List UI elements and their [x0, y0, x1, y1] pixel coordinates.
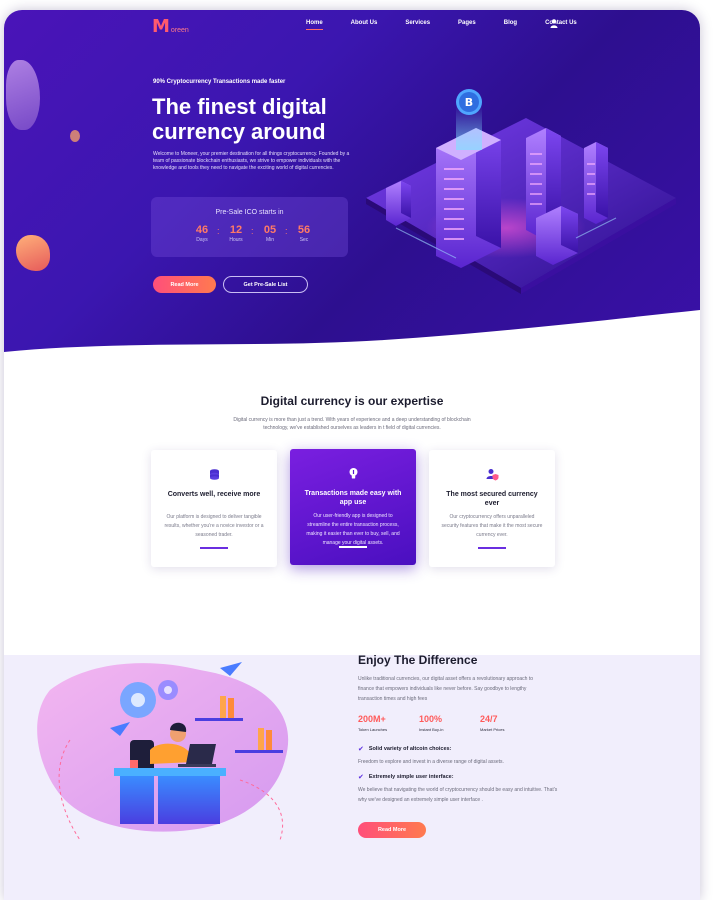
logo-text: oreen — [170, 27, 189, 34]
decorative-blob — [6, 60, 40, 130]
feature-text: Freedom to explore and invest in a diver… — [358, 759, 504, 765]
card-title: Transactions made easy with app use — [304, 490, 402, 506]
page: M oreen Home About Us Services Pages Blo… — [4, 10, 700, 900]
hero-kicker: 90% Cryptocurrency Transactions made fas… — [153, 79, 286, 85]
card-text: Our cryptocurrency offers unparalleled s… — [441, 514, 543, 538]
countdown-hours: : 12 Hours — [217, 224, 253, 243]
countdown-separator: : — [285, 226, 288, 236]
stat-value: 24/7 — [480, 714, 498, 724]
stat-item: 24/7 Market Prices — [480, 714, 541, 732]
lightbulb-icon — [349, 468, 358, 479]
feature-cards: Converts well, receive more Our platform… — [151, 449, 555, 568]
countdown-minutes: : 05 Min — [251, 224, 287, 243]
card-divider — [200, 547, 228, 549]
stat-item: 100% Instant Buy-in — [419, 714, 480, 732]
difference-read-more-button[interactable]: Read More — [358, 822, 426, 838]
countdown-value: 05 — [263, 224, 277, 236]
crypto-city-illustration: B — [366, 89, 676, 294]
card-divider — [478, 547, 506, 549]
expertise-title: Digital currency is our expertise — [260, 394, 444, 408]
checkmark-icon: ✔ — [358, 774, 364, 781]
nav-item-about-us[interactable]: About Us — [351, 20, 378, 26]
countdown-label: Sec — [299, 237, 309, 243]
secure-user-icon — [486, 469, 499, 481]
paper-plane-icon — [220, 662, 242, 676]
stat-value: 100% — [419, 714, 443, 724]
stats-row: 200M+ Token Launches 100% Instant Buy-in… — [358, 714, 541, 732]
presale-countdown: Pre-Sale ICO starts in 46 Days : 12 Hour… — [151, 197, 348, 257]
feature-title: Extremely simple user interface: — [368, 774, 454, 780]
nav-item-pages[interactable]: Pages — [458, 20, 476, 26]
user-icon[interactable] — [550, 19, 558, 28]
card-title: Converts well, receive more — [167, 491, 261, 498]
stat-label: Market Prices — [480, 727, 505, 732]
countdown-seconds: : 56 Sec — [285, 224, 321, 243]
card-text: Our platform is designed to deliver tang… — [164, 514, 264, 538]
countdown-separator: : — [251, 226, 254, 236]
countdown-separator: : — [217, 226, 220, 236]
stat-label: Token Launches — [358, 727, 388, 732]
logo[interactable]: M oreen — [152, 18, 189, 36]
countdown-label: Days — [196, 237, 208, 243]
countdown-value: 12 — [229, 224, 243, 236]
difference-description: Unlike traditional currencies, our digit… — [358, 676, 533, 702]
bitcoin-icon: B — [465, 96, 473, 109]
checkmark-icon: ✔ — [358, 746, 364, 753]
decorative-blob — [16, 235, 50, 271]
feature-card[interactable]: Converts well, receive more Our platform… — [151, 450, 277, 567]
coins-icon — [210, 469, 219, 480]
nav-item-services[interactable]: Services — [405, 20, 430, 26]
card-title: The most secured currency ever — [446, 491, 538, 507]
hero-wave — [4, 310, 700, 360]
expertise-description: Digital currency is more than just a tre… — [233, 417, 471, 431]
nav-item-blog[interactable]: Blog — [504, 20, 517, 26]
workspace-illustration — [37, 662, 289, 841]
stat-value: 200M+ — [358, 714, 386, 724]
hero-read-more-button[interactable]: Read More — [153, 276, 216, 293]
hero-description: Welcome to Moneer, your premier destinat… — [153, 151, 350, 171]
feature-card[interactable]: The most secured currency ever Our crypt… — [429, 450, 555, 567]
countdown-days: 46 Days — [185, 224, 219, 243]
feature-check-item: ✔ Solid variety of altcoin choices: — [358, 745, 451, 753]
presale-list-button[interactable]: Get Pre-Sale List — [223, 276, 308, 293]
countdown-title: Pre-Sale ICO starts in — [215, 209, 284, 216]
decorative-blob — [70, 130, 80, 142]
countdown-label: Min — [265, 237, 275, 243]
card-divider — [339, 546, 367, 548]
hero-title: The finest digital currency around — [152, 94, 327, 144]
countdown-value: 46 — [195, 224, 209, 236]
feature-card-highlighted[interactable]: Transactions made easy with app use Our … — [290, 449, 416, 565]
main-nav: Home About Us Services Pages Blog Contac… — [306, 20, 577, 30]
feature-title: Solid variety of altcoin choices: — [368, 746, 452, 752]
hero-section: M oreen Home About Us Services Pages Blo… — [4, 10, 700, 360]
difference-title: Enjoy The Difference — [358, 653, 478, 667]
stat-label: Instant Buy-in — [419, 727, 444, 732]
nav-item-home[interactable]: Home — [306, 20, 323, 30]
stat-item: 200M+ Token Launches — [358, 714, 419, 732]
card-text: Our user-friendly app is designed to str… — [306, 513, 400, 546]
countdown-value: 56 — [297, 224, 311, 236]
countdown-label: Hours — [229, 237, 243, 243]
feature-text: We believe that navigating the world of … — [358, 787, 558, 803]
logo-mark: M — [152, 16, 170, 37]
feature-check-item: ✔ Extremely simple user interface: — [358, 773, 454, 781]
